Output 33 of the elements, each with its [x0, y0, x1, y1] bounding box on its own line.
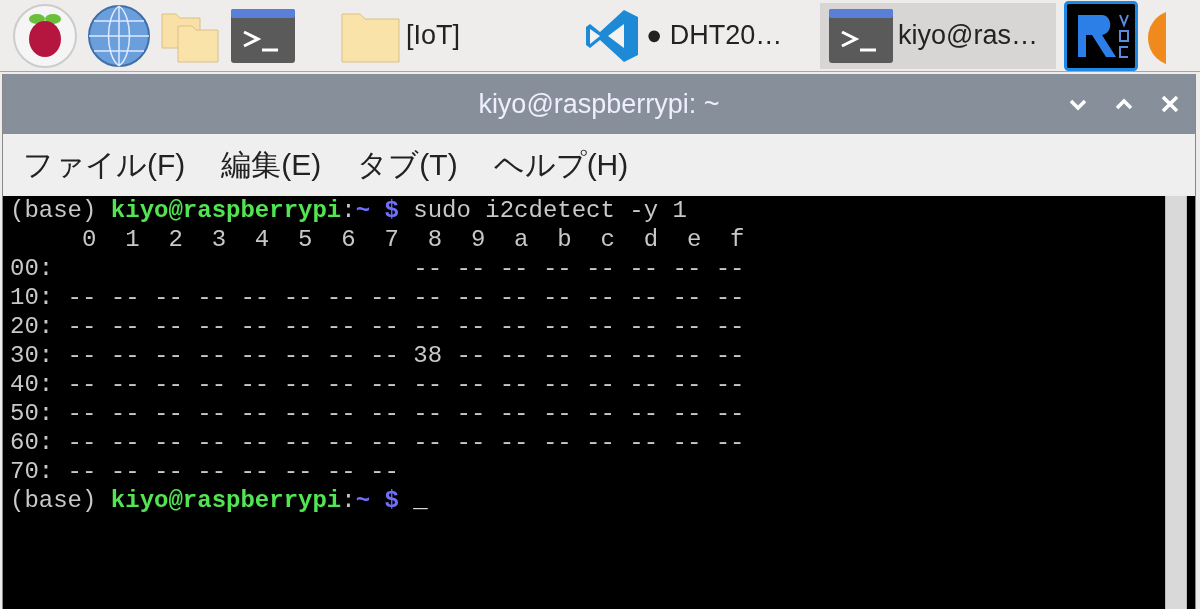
terminal-icon [828, 7, 894, 64]
terminal-text: 0 1 2 3 4 5 6 7 8 9 a b c d e f [81, 225, 745, 254]
taskbar-button[interactable]: ● DHT20… [576, 2, 812, 69]
terminal-text: 60: -- -- -- -- -- -- -- -- -- -- -- -- -- -- -- -- [10, 428, 745, 457]
terminal-text: : [341, 196, 356, 225]
prompt-path: ~ $ [355, 196, 399, 225]
terminal-text: 40: -- -- -- -- -- -- -- -- -- -- -- -- -- -- -- -- [10, 370, 745, 399]
prompt-user: kiyo@raspberrypi [110, 196, 342, 225]
terminal-text: (base) [10, 196, 98, 225]
terminal-text: : [341, 486, 356, 515]
vnc-icon[interactable] [1064, 0, 1138, 71]
terminal-text: 20: -- -- -- -- -- -- -- -- -- -- -- -- -- -- -- -- [10, 312, 745, 341]
window-title: kiyo@raspberrypi: ~ [478, 87, 720, 121]
terminal-icon [230, 7, 296, 64]
terminal-text: 10: -- -- -- -- -- -- -- -- -- -- -- -- -- -- -- -- [10, 283, 745, 312]
globe-icon[interactable] [86, 2, 152, 69]
terminal-text: 30: -- -- -- -- -- -- -- -- 38 -- -- -- -- -- -- -- [10, 341, 745, 370]
terminal-text: 50: -- -- -- -- -- -- -- -- -- -- -- -- -- -- -- -- [10, 399, 745, 428]
scrollbar[interactable] [1165, 196, 1187, 609]
taskbar-button[interactable]: kiyo@ras… [820, 2, 1056, 69]
text-cursor: _ [413, 486, 428, 515]
terminal-text: 00: -- -- -- -- -- -- -- -- [10, 254, 745, 283]
raspberry-menu-icon[interactable] [12, 2, 78, 69]
terminal-text: (base) [10, 486, 98, 515]
menu-item[interactable]: ファイル(F) [23, 141, 186, 187]
terminal-text: 70: -- -- -- -- -- -- -- -- [10, 457, 399, 486]
prompt-user: kiyo@raspberrypi [110, 486, 342, 515]
terminal-text: sudo i2cdetect -y 1 [412, 196, 687, 225]
taskbar-button[interactable]: [IoT] [332, 2, 568, 69]
menu-item[interactable]: 編集(E) [221, 141, 322, 187]
prompt-path: ~ $ [355, 486, 399, 515]
menu-item[interactable]: ヘルプ(H) [493, 141, 629, 187]
menu-item[interactable]: タブ(T) [357, 141, 458, 187]
